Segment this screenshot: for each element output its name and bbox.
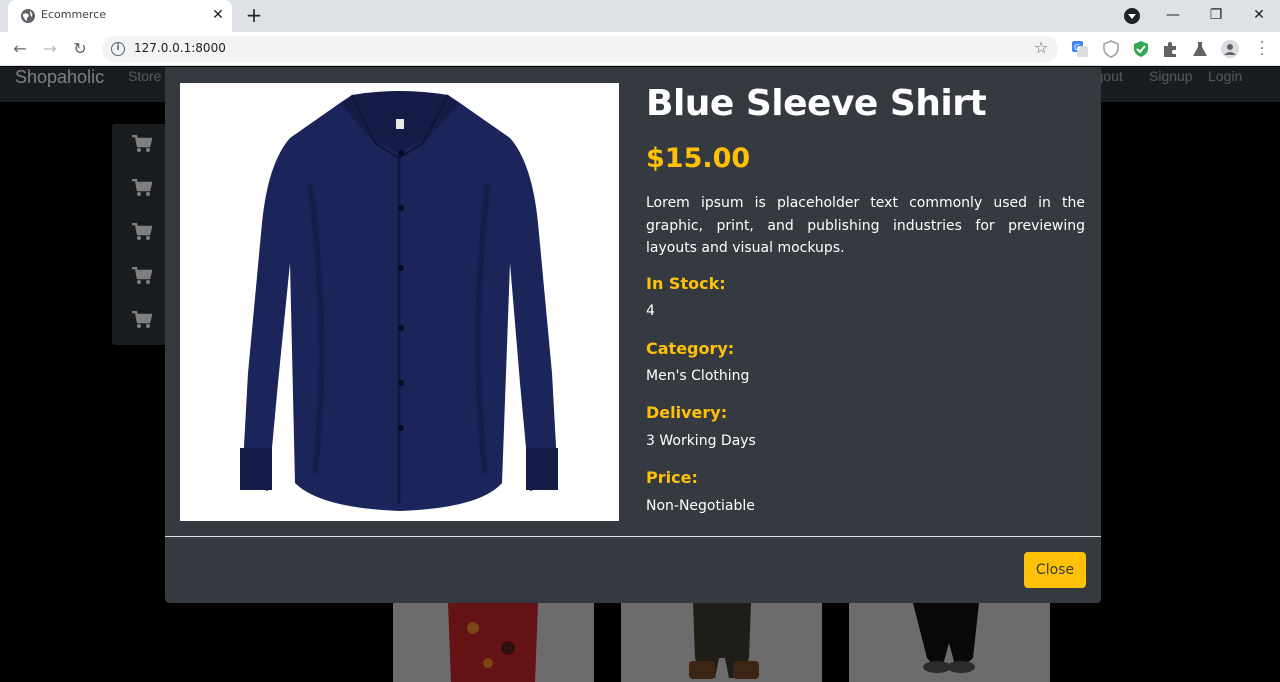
globe-icon <box>21 9 35 23</box>
in-stock-value: 4 <box>646 303 655 319</box>
blue-shirt-illustration <box>240 91 558 511</box>
tab-title: Ecommerce <box>41 8 107 21</box>
price-policy-value: Non-Negotiable <box>646 498 755 514</box>
product-price: $15.00 <box>646 143 751 174</box>
product-description: Lorem ipsum is placeholder text commonly… <box>646 195 1085 256</box>
forward-icon[interactable]: → <box>38 37 62 61</box>
shield-extension-icon[interactable] <box>1102 40 1120 58</box>
price-policy-label: Price: <box>646 468 698 487</box>
url-text[interactable]: 127.0.0.1:8000 <box>134 41 226 55</box>
product-image <box>180 83 619 521</box>
browser-toolbar: ← → ↻ i 127.0.0.1:8000 ☆ G · · · <box>0 32 1280 66</box>
green-shield-extension-icon[interactable] <box>1132 40 1150 58</box>
chrome-profile-dropdown-icon[interactable] <box>1124 8 1140 24</box>
extensions-puzzle-icon[interactable] <box>1161 40 1179 58</box>
window-close-button[interactable]: ✕ <box>1248 4 1270 26</box>
product-modal: Blue Sleeve Shirt $15.00 Lorem ipsum is … <box>165 67 1101 603</box>
back-icon[interactable]: ← <box>8 37 32 61</box>
delivery-label: Delivery: <box>646 403 728 422</box>
browser-tab-strip: Ecommerce ✕ + — ❐ ✕ <box>0 0 1280 32</box>
product-title: Blue Sleeve Shirt <box>646 83 987 124</box>
reload-icon[interactable]: ↻ <box>68 37 92 61</box>
delivery-value: 3 Working Days <box>646 433 756 449</box>
page-content: Shopaholic Store Logout Signup Login <box>0 67 1280 682</box>
in-stock-label: In Stock: <box>646 274 726 293</box>
flask-extension-icon[interactable] <box>1191 40 1209 58</box>
category-value: Men's Clothing <box>646 368 750 384</box>
minimize-button[interactable]: — <box>1162 4 1184 26</box>
category-label: Category: <box>646 339 735 358</box>
new-tab-button[interactable]: + <box>243 5 265 27</box>
browser-tab[interactable]: Ecommerce ✕ <box>8 0 232 32</box>
site-info-icon[interactable]: i <box>111 42 125 56</box>
tab-close-icon[interactable]: ✕ <box>208 5 228 25</box>
bookmark-star-icon[interactable]: ☆ <box>1034 38 1048 57</box>
svg-text:G: G <box>1074 43 1080 52</box>
translate-extension-icon[interactable]: G <box>1071 40 1089 58</box>
chrome-menu-icon[interactable]: · · · <box>1258 36 1266 62</box>
restore-button[interactable]: ❐ <box>1205 4 1227 26</box>
modal-footer-divider <box>165 536 1101 537</box>
profile-avatar-icon[interactable] <box>1221 40 1239 58</box>
address-bar[interactable]: i 127.0.0.1:8000 ☆ <box>102 36 1058 62</box>
close-button[interactable]: Close <box>1024 552 1086 588</box>
